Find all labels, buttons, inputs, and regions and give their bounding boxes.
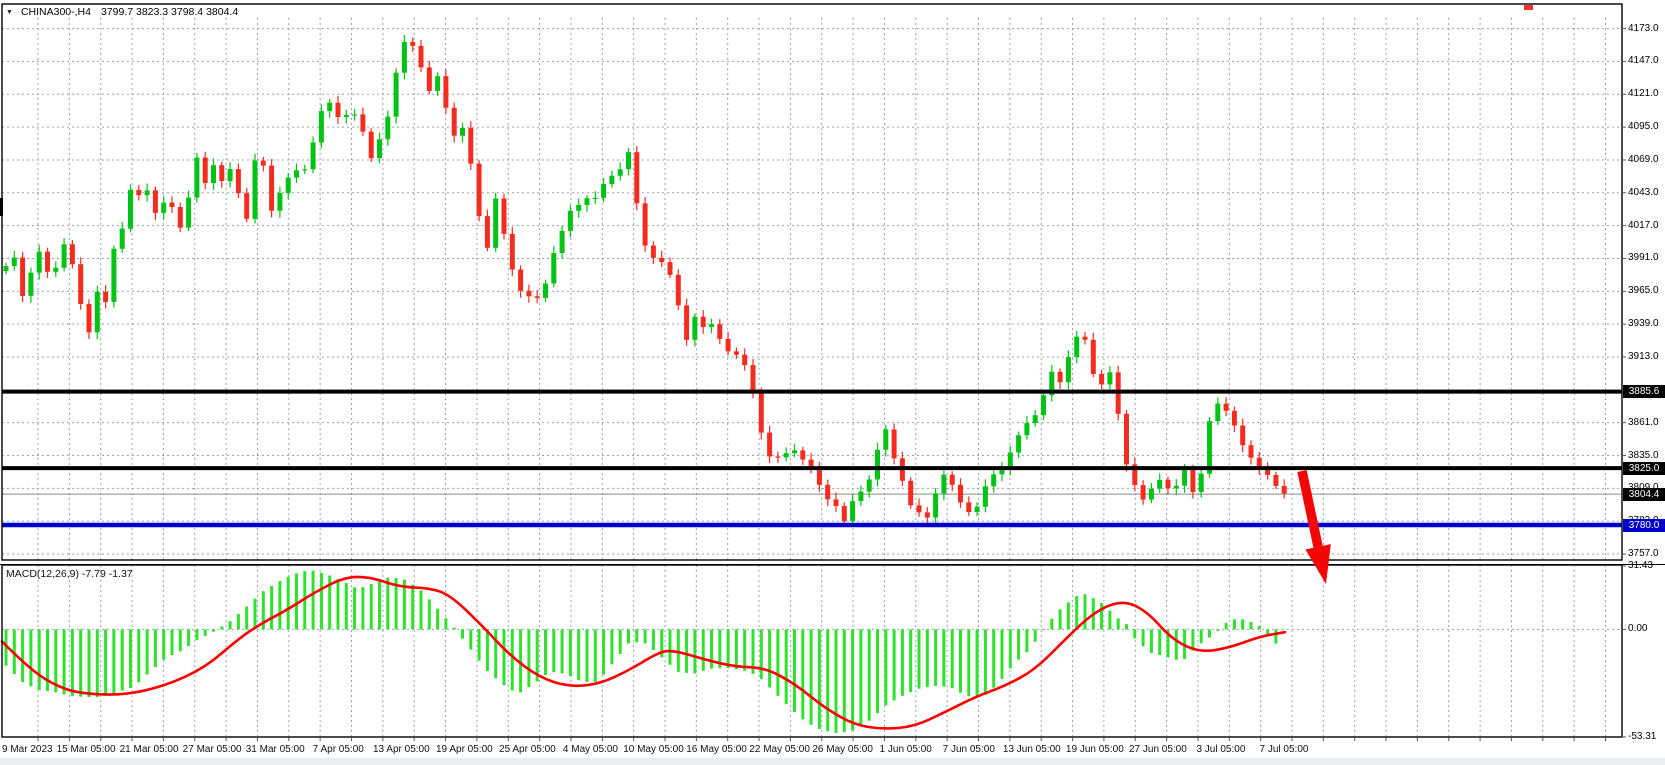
- macd-indicator-label: MACD(12,26,9) -7.79 -1.37: [6, 568, 133, 580]
- symbol-dropdown-icon[interactable]: ▼: [6, 9, 13, 16]
- price-tick-label: 4043.0: [1628, 187, 1659, 198]
- date-tick-label: 27 Mar 05:00: [183, 744, 242, 755]
- candlesticks: [4, 35, 1287, 526]
- price-badge: 3825.0: [1623, 462, 1665, 475]
- date-tick-label: 25 Apr 05:00: [499, 744, 556, 755]
- date-tick-label: 13 Jun 05:00: [1003, 744, 1061, 755]
- date-tick-label: 3 Jul 05:00: [1196, 744, 1245, 755]
- horizontal-level-lines[interactable]: [2, 392, 1622, 525]
- price-tick-label: 3861.0: [1628, 417, 1659, 428]
- price-tick-label: 4121.0: [1628, 88, 1659, 99]
- date-tick-label: 27 Jun 05:00: [1129, 744, 1187, 755]
- annotation-arrow[interactable]: [1302, 471, 1331, 584]
- price-tick-label: 4017.0: [1628, 220, 1659, 231]
- price-tick-label: 3835.0: [1628, 450, 1659, 461]
- price-badge: 3804.4: [1623, 488, 1665, 501]
- symbol-title-bar[interactable]: ▼ CHINA300-,H4 3799.7 3823.3 3798.4 3804…: [6, 6, 238, 18]
- date-tick-label: 9 Mar 2023: [2, 744, 53, 755]
- date-tick-label: 19 Jun 05:00: [1066, 744, 1124, 755]
- price-tick-label: 4147.0: [1628, 55, 1659, 66]
- price-tick-label: 3991.0: [1628, 252, 1659, 263]
- date-tick-label: 16 May 05:00: [686, 744, 747, 755]
- ohlc-values-label: 3799.7 3823.3 3798.4 3804.4: [101, 6, 238, 18]
- axis-ticks: [38, 29, 1626, 741]
- price-tick-label: 3965.0: [1628, 285, 1659, 296]
- date-tick-label: 7 Apr 05:00: [313, 744, 364, 755]
- gridlines: [2, 18, 1622, 737]
- macd-tick-label: 31.43: [1628, 560, 1653, 571]
- price-tick-label: 4173.0: [1628, 23, 1659, 34]
- date-tick-label: 19 Apr 05:00: [436, 744, 493, 755]
- price-tick-label: 3757.0: [1628, 548, 1659, 559]
- macd-tick-label: 0.00: [1628, 623, 1647, 634]
- date-tick-label: 26 May 05:00: [812, 744, 873, 755]
- chart-window: ▼ CHINA300-,H4 3799.7 3823.3 3798.4 3804…: [0, 0, 1665, 765]
- date-tick-label: 10 May 05:00: [623, 744, 684, 755]
- date-tick-label: 7 Jun 05:00: [943, 744, 995, 755]
- price-tick-label: 3939.0: [1628, 318, 1659, 329]
- symbol-period-label: CHINA300-,H4: [21, 6, 91, 18]
- date-tick-label: 1 Jun 05:00: [880, 744, 932, 755]
- bottom-strip: [0, 758, 1665, 765]
- price-badge-blue-level: 3780.0: [1623, 519, 1665, 532]
- chart-shift-marker: [1524, 5, 1533, 10]
- panel-borders: [0, 4, 1665, 737]
- date-tick-label: 15 Mar 05:00: [57, 744, 116, 755]
- price-tick-label: 4069.0: [1628, 154, 1659, 165]
- left-edge-marker: [0, 198, 3, 216]
- price-badge: 3885.6: [1623, 385, 1665, 398]
- date-tick-label: 13 Apr 05:00: [373, 744, 430, 755]
- price-tick-label: 4095.0: [1628, 121, 1659, 132]
- chart-canvas[interactable]: [0, 0, 1665, 765]
- macd-tick-label: -53.31: [1628, 731, 1656, 742]
- date-tick-label: 22 May 05:00: [749, 744, 810, 755]
- date-tick-label: 4 May 05:00: [563, 744, 618, 755]
- date-tick-label: 21 Mar 05:00: [120, 744, 179, 755]
- date-tick-label: 31 Mar 05:00: [246, 744, 305, 755]
- price-tick-label: 3913.0: [1628, 351, 1659, 362]
- date-tick-label: 7 Jul 05:00: [1260, 744, 1309, 755]
